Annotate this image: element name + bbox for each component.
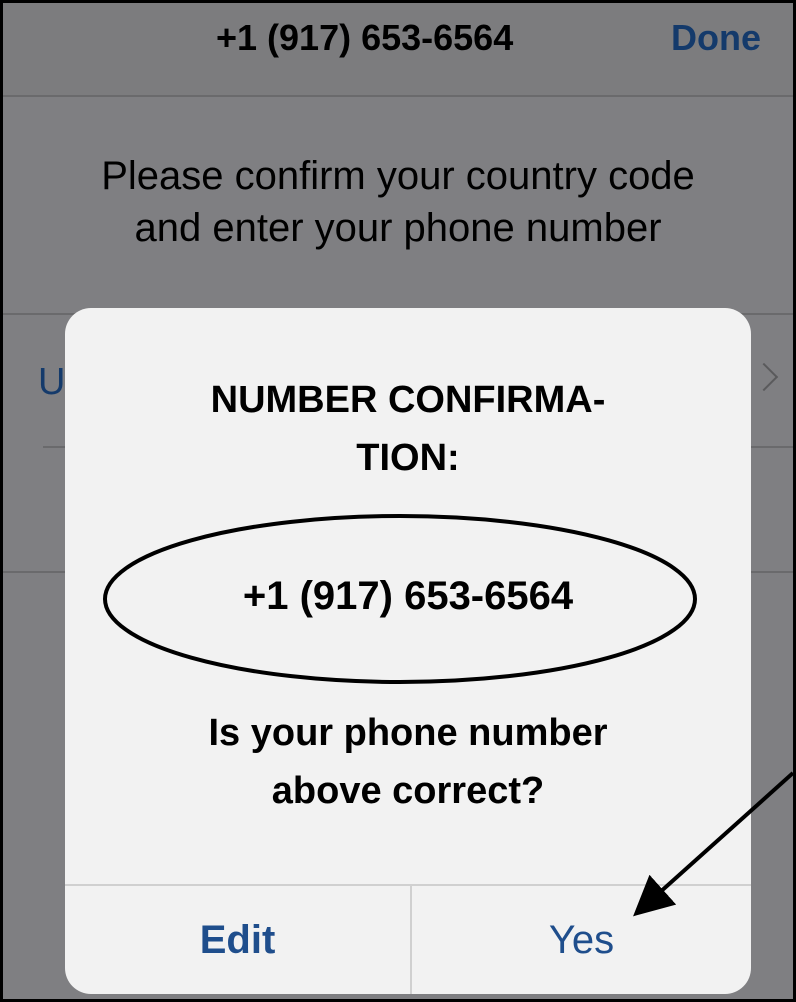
screenshot-frame: +1 (917) 653-6564 Done Please confirm yo…: [0, 0, 796, 1002]
edit-button[interactable]: Edit: [65, 886, 410, 994]
navigation-bar: +1 (917) 653-6564 Done: [3, 3, 793, 97]
chevron-right-icon: [749, 362, 779, 392]
alert-phone-number: +1 (917) 653-6564: [242, 574, 574, 618]
yes-button[interactable]: Yes: [412, 886, 751, 994]
alert-question: Is your phone number above correct?: [208, 712, 608, 812]
done-button[interactable]: Done: [671, 17, 761, 59]
nav-title-phone-number: +1 (917) 653-6564: [216, 17, 514, 58]
number-confirmation-alert: NUMBER CONFIRMA- TION: +1 (917) 653-6564…: [65, 308, 751, 994]
country-row-label[interactable]: U: [38, 361, 65, 404]
alert-title: NUMBER CONFIRMA- TION:: [210, 379, 606, 479]
instructions-text: Please confirm your country code and ent…: [101, 154, 695, 250]
